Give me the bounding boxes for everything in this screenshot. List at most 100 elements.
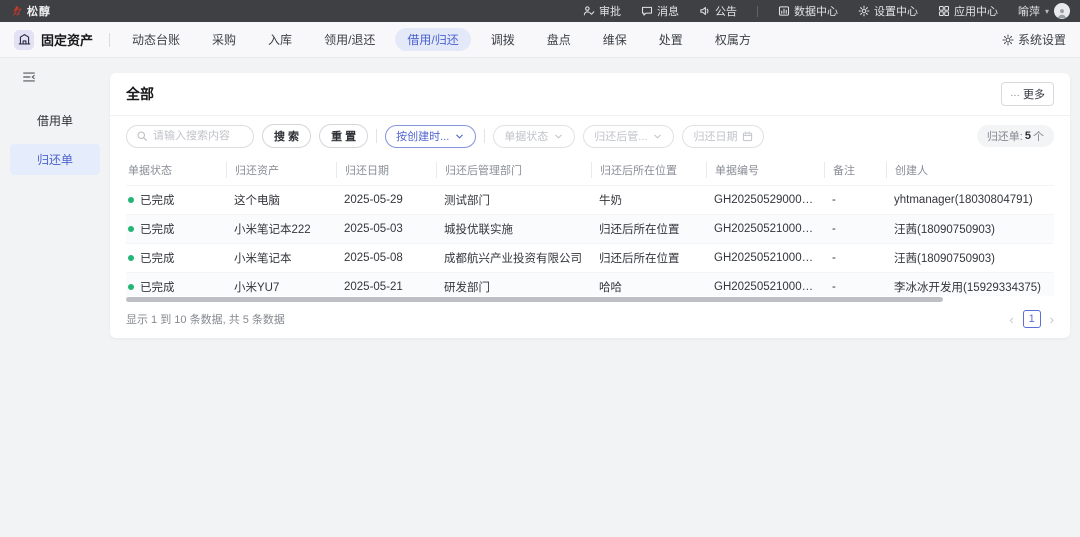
table-row[interactable]: 已完成 小米笔记本222 2025-05-03 城投优联实施 归还后所在位置 GH2025…: [126, 214, 1054, 244]
table-cell: 汪茜(18090750903): [886, 214, 1054, 244]
table-cell: GH20250521000002: [706, 243, 824, 273]
count-value: 5: [1024, 130, 1031, 142]
message-icon: [641, 5, 653, 17]
table-cell: 2025-05-29: [336, 185, 436, 215]
status-dot-icon: [128, 255, 134, 261]
appbar: 固定资产 动态台账 采购 入库 领用/退还 借用/归还 调拨 盘点 维保 处置 权属方 系统设置: [0, 22, 1080, 58]
horizontal-scrollbar[interactable]: [126, 297, 943, 302]
calendar-icon: [742, 131, 753, 142]
column-header: 归还日期: [336, 155, 436, 186]
table-row[interactable]: 已完成 小米笔记本 2025-05-08 成都航兴产业投资有限公司 归还后所在位置 GH2…: [126, 243, 1054, 273]
status-dot-icon: [128, 197, 134, 203]
count-badge: 归还单: 5 个: [976, 125, 1054, 147]
filter-label: 归还后管...: [594, 131, 648, 143]
table-row[interactable]: 已完成 小米YU7 2025-05-21 研发部门 哈哈 GH20250521000001…: [126, 272, 1054, 296]
filter-label: 归还日期: [693, 131, 738, 143]
pagination: ‹ 1 ›: [1009, 310, 1054, 328]
filter-label: 单据状态: [504, 131, 549, 143]
table-cell: 研发部门: [436, 272, 591, 296]
system-settings-button[interactable]: 系统设置: [1002, 31, 1066, 48]
filter-dropdowns: 单据状态 归还后管... 归还日期: [493, 124, 765, 148]
chevron-down-icon: [652, 131, 663, 142]
nav-item[interactable]: 盘点: [535, 28, 583, 51]
status-dot-icon: [128, 284, 134, 290]
nav-item[interactable]: 维保: [591, 28, 639, 51]
table-cell: 2025-05-03: [336, 214, 436, 244]
chevron-right-icon[interactable]: ›: [1050, 313, 1054, 326]
nav-item[interactable]: 权属方: [703, 28, 763, 51]
nav-item[interactable]: 处置: [647, 28, 695, 51]
main-area: 全部 … 更多 搜 索 重 置 按创建时...: [110, 58, 1080, 537]
table-cell: 2025-05-08: [336, 243, 436, 273]
caret-down-icon: ▾: [1044, 6, 1049, 16]
table-cell: 2025-05-21: [336, 272, 436, 296]
topbar-item-data-center[interactable]: 数据中心: [778, 3, 838, 19]
divider: [109, 32, 111, 47]
nav-item[interactable]: 领用/退还: [312, 28, 387, 51]
nav-item[interactable]: 动态台账: [120, 28, 192, 51]
nav-item[interactable]: 借用/归还: [395, 28, 471, 51]
search-icon: [136, 130, 148, 142]
topbar-item-label: 应用中心: [953, 6, 998, 18]
table-cell: 这个电脑: [226, 185, 336, 215]
filter-date[interactable]: 归还日期: [682, 124, 765, 148]
user-name: 喻萍: [1017, 6, 1040, 18]
sidebar-item[interactable]: 借用单: [10, 105, 100, 136]
topbar-item-app-center[interactable]: 应用中心: [938, 3, 998, 19]
column-header: 归还资产: [226, 155, 336, 186]
table-cell: 成都航兴产业投资有限公司: [436, 243, 591, 273]
sort-dropdown-label: 按创建时...: [396, 131, 450, 143]
nav-item[interactable]: 调拨: [479, 28, 527, 51]
status-dot-icon: [128, 226, 134, 232]
chevron-left-icon[interactable]: ‹: [1009, 313, 1013, 326]
topbar-item-settings-center[interactable]: 设置中心: [858, 3, 918, 19]
topbar-item-approval[interactable]: 审批: [583, 3, 621, 19]
pagination-summary: 显示 1 到 10 条数据, 共 5 条数据: [126, 314, 285, 326]
chevron-down-icon: [553, 131, 564, 142]
search-button[interactable]: 搜 索: [262, 124, 312, 148]
table-cell: yhtmanager(18030804791): [886, 185, 1054, 215]
user-menu[interactable]: 喻萍 ▾: [1018, 3, 1070, 19]
gear-icon: [1002, 33, 1014, 46]
logo[interactable]: 松醇: [10, 3, 51, 19]
announcement-icon: [699, 5, 711, 17]
topbar-item-announcement[interactable]: 公告: [699, 3, 737, 19]
status-cell: 已完成: [126, 272, 226, 296]
more-button[interactable]: … 更多: [1001, 82, 1054, 106]
data-center-icon: [778, 5, 790, 17]
sort-dropdown[interactable]: 按创建时...: [385, 124, 477, 148]
filter-dropdown[interactable]: 单据状态: [493, 124, 576, 148]
search-box: [126, 124, 254, 148]
nav-item[interactable]: 采购: [200, 28, 248, 51]
building-icon: [18, 33, 31, 46]
filter-dropdown[interactable]: 归还后管...: [583, 124, 675, 148]
page-number[interactable]: 1: [1022, 310, 1041, 328]
table-row[interactable]: 已完成 这个电脑 2025-05-29 测试部门 牛奶 GH20250529000001-…: [126, 185, 1054, 215]
topbar-item-message[interactable]: 消息: [641, 3, 679, 19]
filter-toolbar: 搜 索 重 置 按创建时... 单据状态 归还后管... 归还日期 归还单: 5 个: [110, 116, 1070, 155]
search-input[interactable]: [153, 130, 244, 142]
table-cell: 汪茜(18090750903): [886, 243, 1054, 273]
logo-text: 松醇: [27, 6, 51, 18]
page-title: 全部: [126, 86, 154, 102]
table-cell: -: [824, 272, 886, 296]
app-badge: [14, 29, 34, 50]
avatar[interactable]: [1054, 3, 1070, 19]
topbar: 松醇 审批 消息 公告 数据中心 设置中心 应用中心 喻萍 ▾: [0, 0, 1080, 22]
sidebar-collapse-button[interactable]: [22, 70, 36, 89]
status-cell: 已完成: [126, 243, 226, 273]
topbar-item-label: 消息: [656, 6, 679, 18]
reset-button[interactable]: 重 置: [319, 124, 369, 148]
app-title[interactable]: 固定资产: [41, 30, 93, 49]
more-button-label: 更多: [1023, 89, 1045, 101]
returns-card: 全部 … 更多 搜 索 重 置 按创建时...: [110, 73, 1070, 338]
table-cell: GH20250529000001: [706, 185, 824, 215]
card-header: 全部 … 更多: [110, 73, 1070, 116]
table-container: 单据状态 归还资产 归还日期 归还后管理部门 归还后所在位置 单据编号 备注 创建人 已完成这…: [110, 155, 1070, 296]
count-unit: 个: [1033, 131, 1044, 143]
nav-item[interactable]: 入库: [256, 28, 304, 51]
sidebar-item[interactable]: 归还单: [10, 144, 100, 175]
status-cell: 已完成: [126, 214, 226, 244]
table-cell: GH20250521000003: [706, 214, 824, 244]
table-cell: 哈哈: [591, 272, 706, 296]
